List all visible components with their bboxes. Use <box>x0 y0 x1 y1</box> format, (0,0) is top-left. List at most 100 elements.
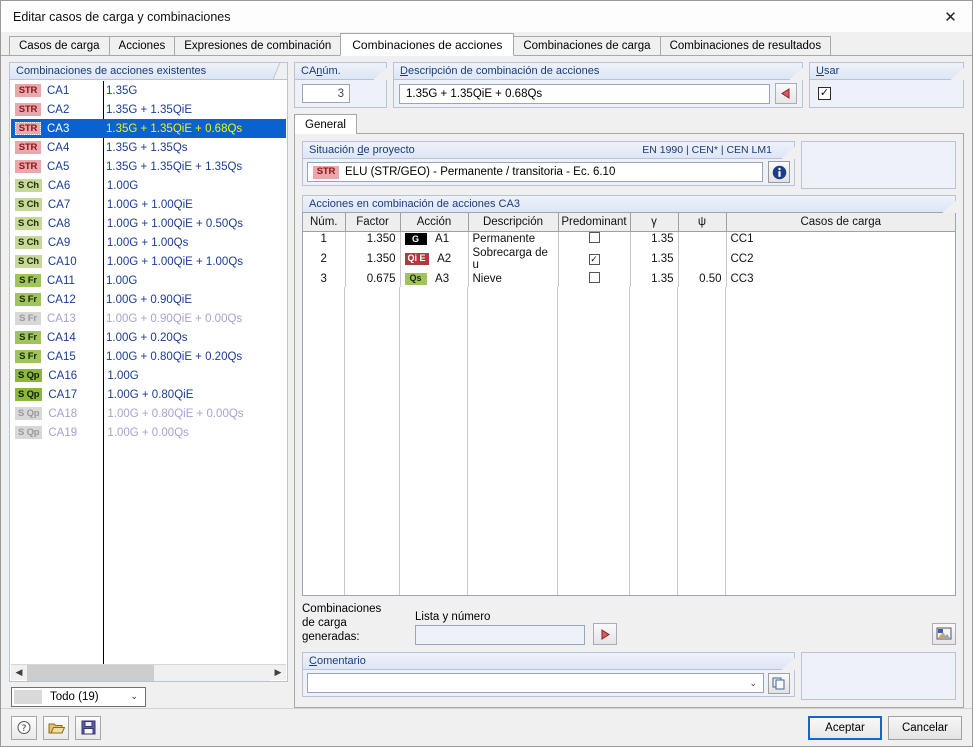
table-row[interactable]: 2 1.350 Qi E A2 Sobrecarga de u ✓ 1.35 CC2 <box>303 247 955 271</box>
list-item[interactable]: STR CA1 1.35G <box>11 81 286 100</box>
list-item[interactable]: S Fr CA12 1.00G + 0.90QiE <box>11 290 286 309</box>
list-item[interactable]: S Qp CA19 1.00G + 0.00Qs <box>11 423 286 442</box>
cell-gamma[interactable]: 1.35 <box>630 271 679 287</box>
list-item[interactable]: S Fr CA13 1.00G + 0.90QiE + 0.00Qs <box>11 309 286 328</box>
cell-predominant[interactable]: ✓ <box>558 247 631 271</box>
list-item[interactable]: S Qp CA17 1.00G + 0.80QiE <box>11 385 286 404</box>
scrollbar-track[interactable] <box>27 664 270 681</box>
cell-factor[interactable]: 0.675 <box>345 271 401 287</box>
list-item[interactable]: S Qp CA18 1.00G + 0.80QiE + 0.00Qs <box>11 404 286 423</box>
cell-psi[interactable] <box>678 231 727 247</box>
folder-open-icon[interactable] <box>43 715 69 740</box>
cell-casos-de-carga[interactable]: CC3 <box>726 271 955 287</box>
column-header[interactable]: Núm. <box>303 213 346 232</box>
description-input[interactable]: 1.35G + 1.35QiE + 0.68Qs <box>399 83 770 104</box>
combination-expression: 1.00G + 0.20Qs <box>106 331 188 344</box>
accept-button[interactable]: Aceptar <box>808 715 882 740</box>
predominant-checkbox[interactable]: ✓ <box>588 254 600 265</box>
tab-general[interactable]: General <box>294 114 357 134</box>
info-icon[interactable] <box>768 161 790 183</box>
predominant-checkbox[interactable] <box>588 232 600 244</box>
usar-checkbox[interactable]: ✓ <box>818 87 831 100</box>
comment-combobox[interactable]: ⌄ <box>307 673 764 693</box>
close-icon[interactable]: ✕ <box>929 1 972 32</box>
tab-combinaciones-de-carga[interactable]: Combinaciones de carga <box>513 36 661 56</box>
column-header[interactable]: Factor <box>345 213 401 232</box>
list-item[interactable]: S Ch CA10 1.00G + 1.00QiE + 1.00Qs <box>11 252 286 271</box>
cell-predominant[interactable] <box>558 231 631 247</box>
cell-num[interactable]: 1 <box>303 231 346 247</box>
tab-expresiones-de-combinación[interactable]: Expresiones de combinación <box>174 36 342 56</box>
design-situation-title: Situación de proyecto EN 1990 | CEN* | C… <box>302 141 795 158</box>
cancel-button[interactable]: Cancelar <box>888 715 962 740</box>
image-export-icon[interactable] <box>932 623 956 645</box>
list-item[interactable]: STR CA5 1.35G + 1.35QiE + 1.35Qs <box>11 157 286 176</box>
chevron-down-icon[interactable]: ⌄ <box>130 691 138 702</box>
list-item[interactable]: S Ch CA7 1.00G + 1.00QiE <box>11 195 286 214</box>
table-row[interactable]: 3 0.675 Qs A3 Nieve 1.35 0.50 CC3 <box>303 271 955 287</box>
column-header[interactable]: Predominant <box>558 213 631 232</box>
filter-dropdown[interactable]: Todo (19) ⌄ <box>11 686 146 707</box>
scrollbar-thumb[interactable] <box>27 664 154 681</box>
column-header[interactable]: Casos de carga <box>726 213 955 232</box>
column-header[interactable]: Descripción <box>468 213 559 232</box>
design-situation-select[interactable]: STR ELU (STR/GEO) - Permanente / transit… <box>307 162 763 182</box>
combination-type-badge: S Qp <box>15 388 43 401</box>
actions-table-rows[interactable]: 1 1.350 G A1 Permanente 1.35 CC1 2 1.350 Qi E A2… <box>303 231 955 287</box>
chevron-left-icon[interactable]: ◀ <box>11 665 27 681</box>
tab-combinaciones-de-acciones[interactable]: Combinaciones de acciones <box>340 33 515 56</box>
tab-acciones[interactable]: Acciones <box>108 36 176 56</box>
list-item[interactable]: S Qp CA16 1.00G <box>11 366 286 385</box>
cell-factor[interactable]: 1.350 <box>345 247 401 271</box>
chevron-right-icon[interactable]: ▶ <box>270 665 286 681</box>
cell-casos-de-carga[interactable]: CC2 <box>726 247 955 271</box>
actions-table[interactable]: Núm. Factor Acción Descripción Predominant γ ψ… <box>303 213 955 287</box>
copy-icon[interactable] <box>768 672 790 694</box>
general-panel: Situación de proyecto EN 1990 | CEN* | C… <box>294 133 964 708</box>
combination-list[interactable]: STR CA1 1.35G STR CA2 1.35G + 1.35QiE STR CA3 1.… <box>11 81 286 664</box>
tab-combinaciones-de-resultados[interactable]: Combinaciones de resultados <box>659 36 832 56</box>
column-header[interactable]: γ <box>630 213 679 232</box>
list-item[interactable]: S Fr CA14 1.00G + 0.20Qs <box>11 328 286 347</box>
list-item[interactable]: S Ch CA6 1.00G <box>11 176 286 195</box>
cell-num[interactable]: 3 <box>303 271 346 287</box>
list-item[interactable]: S Fr CA15 1.00G + 0.80QiE + 0.20Qs <box>11 347 286 366</box>
list-item[interactable]: STR CA3 1.35G + 1.35QiE + 0.68Qs <box>11 119 286 138</box>
cell-gamma[interactable]: 1.35 <box>630 247 679 271</box>
tab-casos-de-carga[interactable]: Casos de carga <box>9 36 110 56</box>
cell-predominant[interactable] <box>558 271 631 287</box>
ca-number-input[interactable]: 3 <box>302 84 350 103</box>
cell-factor[interactable]: 1.350 <box>345 231 401 247</box>
predominant-checkbox[interactable] <box>588 272 600 283</box>
list-item[interactable]: S Ch CA8 1.00G + 1.00QiE + 0.50Qs <box>11 214 286 233</box>
list-item[interactable]: STR CA2 1.35G + 1.35QiE <box>11 100 286 119</box>
generated-list-input[interactable] <box>415 625 585 645</box>
save-icon[interactable] <box>75 715 101 740</box>
cell-casos-de-carga[interactable]: CC1 <box>726 231 955 247</box>
play-arrow-icon[interactable] <box>593 623 617 645</box>
cell-gamma[interactable]: 1.35 <box>630 231 679 247</box>
horizontal-scrollbar[interactable]: ◀ ▶ <box>11 664 286 681</box>
cell-psi[interactable]: 0.50 <box>678 271 727 287</box>
help-icon[interactable]: ? <box>11 715 37 740</box>
list-item[interactable]: STR CA4 1.35G + 1.35Qs <box>11 138 286 157</box>
tab-label: Acciones <box>118 40 166 52</box>
cell-psi[interactable] <box>678 247 727 271</box>
chevron-down-icon[interactable]: ⌄ <box>749 678 757 689</box>
column-header[interactable]: ψ <box>678 213 727 232</box>
table-row[interactable]: 1 1.350 G A1 Permanente 1.35 CC1 <box>303 231 955 247</box>
combination-type-badge: S Fr <box>15 274 41 287</box>
folder-open-glyph <box>48 723 65 733</box>
list-item[interactable]: S Ch CA9 1.00G + 1.00Qs <box>11 233 286 252</box>
cell-descripcion[interactable]: Nieve <box>468 271 559 287</box>
arrow-left-icon[interactable] <box>775 83 797 104</box>
list-item[interactable]: S Fr CA11 1.00G <box>11 271 286 290</box>
cell-descripcion[interactable]: Permanente <box>468 231 559 247</box>
cell-accion[interactable]: Qi E A2 <box>400 247 469 271</box>
column-header[interactable]: Acción <box>400 213 469 232</box>
filter-label: Todo (19) <box>50 690 99 703</box>
cell-descripcion[interactable]: Sobrecarga de u <box>468 247 559 271</box>
cell-accion[interactable]: G A1 <box>400 231 469 247</box>
cell-num[interactable]: 2 <box>303 247 346 271</box>
cell-accion[interactable]: Qs A3 <box>400 271 469 287</box>
